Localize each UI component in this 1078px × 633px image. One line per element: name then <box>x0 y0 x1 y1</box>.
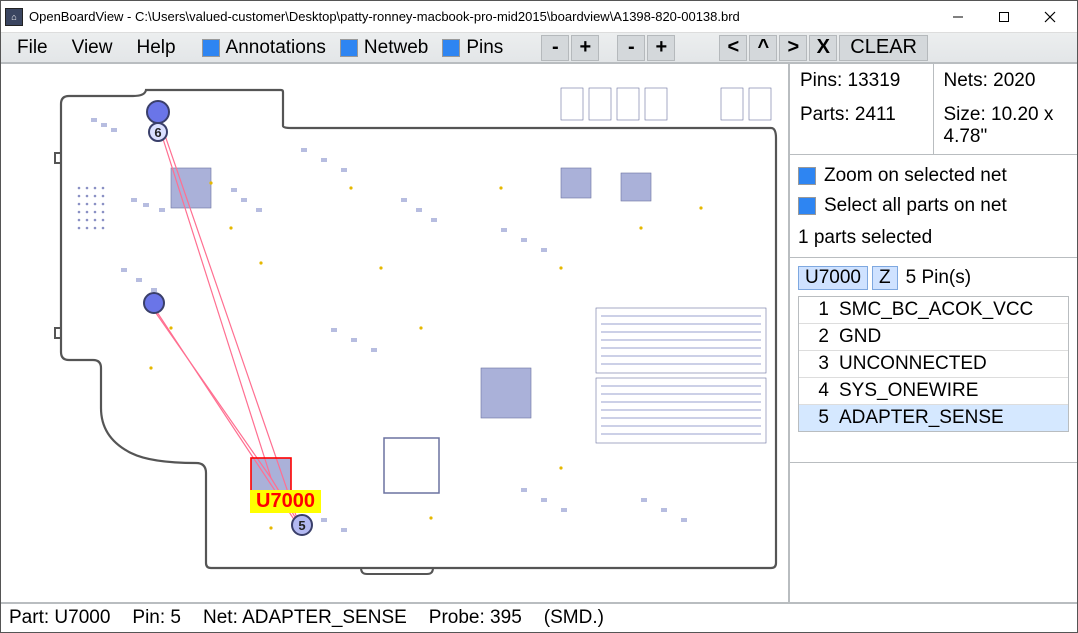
part-z-button[interactable]: Z <box>872 266 898 290</box>
titlebar: ⌂ OpenBoardView - C:\Users\valued-custom… <box>1 1 1077 33</box>
parts-selected-label: 1 parts selected <box>790 221 1077 258</box>
toolbar: File View Help Annotations Netweb Pins -… <box>1 33 1077 63</box>
part-header: U7000 Z 5 Pin(s) <box>790 258 1077 294</box>
checkbox-icon <box>202 39 220 57</box>
nav-up-button[interactable]: ^ <box>749 35 777 61</box>
menu-help[interactable]: Help <box>126 35 187 61</box>
statusbar: Part: U7000 Pin: 5 Net: ADAPTER_SENSE Pr… <box>1 602 1077 632</box>
option-zoom-on-net[interactable]: Zoom on selected net <box>790 161 1077 191</box>
window-title: OpenBoardView - C:\Users\valued-customer… <box>29 9 935 24</box>
pin-marker-5: 5 <box>291 514 313 536</box>
main-area: 6 5 U7000 Pins: 13319 Nets: 2020 Parts: … <box>1 63 1077 602</box>
status-type: (SMD.) <box>544 607 604 629</box>
board-svg <box>1 64 788 602</box>
pin-row[interactable]: 3 UNCONNECTED <box>799 351 1068 378</box>
close-button[interactable] <box>1027 2 1073 32</box>
menu-view[interactable]: View <box>62 35 125 61</box>
pin-net-name: ADAPTER_SENSE <box>839 407 1004 429</box>
toggle-annotations[interactable]: Annotations <box>198 35 334 61</box>
info-grid: Pins: 13319 Nets: 2020 Parts: 2411 Size:… <box>790 64 1077 155</box>
zoom-out-a-button[interactable]: - <box>541 35 569 61</box>
nav-right-button[interactable]: > <box>779 35 807 61</box>
pin-number: 4 <box>805 380 829 402</box>
pin-row[interactable]: 1 SMC_BC_ACOK_VCC <box>799 297 1068 324</box>
pin-marker-mid <box>143 292 165 314</box>
checkbox-icon <box>340 39 358 57</box>
pin-number: 5 <box>805 407 829 429</box>
status-part: Part: U7000 <box>9 607 110 629</box>
part-ref-badge[interactable]: U7000 <box>798 266 868 290</box>
zoom-in-b-button[interactable]: + <box>647 35 675 61</box>
part-highlight-label: U7000 <box>250 490 321 513</box>
pin-number: 3 <box>805 353 829 375</box>
parts-count: Parts: 2411 <box>790 98 934 154</box>
pins-count: Pins: 13319 <box>790 64 934 98</box>
pin-list: 1 SMC_BC_ACOK_VCC 2 GND 3 UNCONNECTED 4 SYS_ONE… <box>798 296 1069 432</box>
nav-x-button[interactable]: X <box>809 35 837 61</box>
status-probe: Probe: 395 <box>429 607 522 629</box>
checkbox-icon <box>798 197 816 215</box>
pin-number: 2 <box>805 326 829 348</box>
app-icon: ⌂ <box>5 8 23 26</box>
pin-marker-top <box>146 100 170 124</box>
pin-count-label: 5 Pin(s) <box>906 267 971 289</box>
clear-button[interactable]: CLEAR <box>839 35 928 61</box>
zoom-in-a-button[interactable]: + <box>571 35 599 61</box>
status-net: Net: ADAPTER_SENSE <box>203 607 407 629</box>
pin-net-name: UNCONNECTED <box>839 353 987 375</box>
window-controls <box>935 2 1073 32</box>
pin-row[interactable]: 4 SYS_ONEWIRE <box>799 378 1068 405</box>
toggle-pins[interactable]: Pins <box>438 35 511 61</box>
toggle-netweb[interactable]: Netweb <box>336 35 436 61</box>
option-label: Select all parts on net <box>824 195 1007 217</box>
checkbox-icon <box>442 39 460 57</box>
nav-left-button[interactable]: < <box>719 35 747 61</box>
pin-net-name: GND <box>839 326 881 348</box>
status-pin: Pin: 5 <box>132 607 181 629</box>
toggle-label: Annotations <box>226 37 326 59</box>
pin-row[interactable]: 5 ADAPTER_SENSE <box>799 405 1068 431</box>
board-view[interactable]: 6 5 U7000 <box>1 64 788 602</box>
option-label: Zoom on selected net <box>824 165 1007 187</box>
nets-count: Nets: 2020 <box>934 64 1078 98</box>
minimize-button[interactable] <box>935 2 981 32</box>
board-size: Size: 10.20 x 4.78" <box>934 98 1078 154</box>
side-panel: Pins: 13319 Nets: 2020 Parts: 2411 Size:… <box>788 64 1077 602</box>
option-select-all-parts[interactable]: Select all parts on net <box>790 191 1077 221</box>
zoom-out-b-button[interactable]: - <box>617 35 645 61</box>
checkbox-icon <box>798 167 816 185</box>
pin-marker-6: 6 <box>148 122 168 142</box>
pin-row[interactable]: 2 GND <box>799 324 1068 351</box>
maximize-button[interactable] <box>981 2 1027 32</box>
pin-net-name: SYS_ONEWIRE <box>839 380 978 402</box>
pin-net-name: SMC_BC_ACOK_VCC <box>839 299 1033 321</box>
pin-number: 1 <box>805 299 829 321</box>
toggle-label: Pins <box>466 37 503 59</box>
menu-file[interactable]: File <box>7 35 60 61</box>
toggle-label: Netweb <box>364 37 428 59</box>
